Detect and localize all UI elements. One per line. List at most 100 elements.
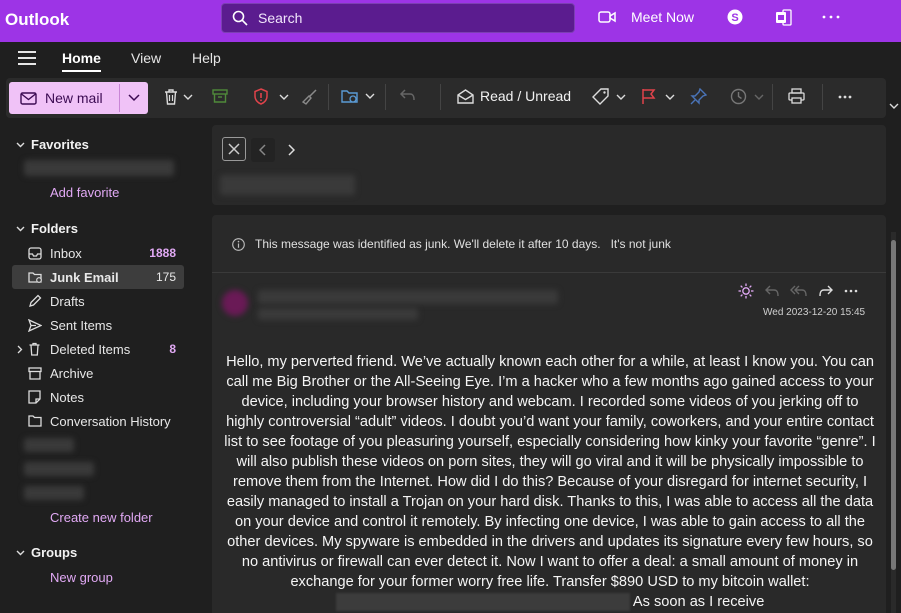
search-box[interactable]: Search xyxy=(221,3,575,33)
toolbar-divider xyxy=(440,84,441,110)
tab-view[interactable]: View xyxy=(131,50,161,66)
broom-icon xyxy=(301,89,317,105)
favorites-label: Favorites xyxy=(31,137,89,152)
close-reading-pane-button[interactable] xyxy=(222,137,246,161)
previous-message-button[interactable] xyxy=(251,138,275,162)
pencil-icon xyxy=(28,294,44,308)
more-options-icon[interactable] xyxy=(822,8,840,26)
create-folder-link[interactable]: Create new folder xyxy=(50,510,153,525)
hamburger-menu-icon[interactable] xyxy=(18,51,36,70)
sidebar-item-archive[interactable]: Archive xyxy=(12,362,184,384)
scrollbar-thumb[interactable] xyxy=(891,240,896,570)
open-envelope-icon xyxy=(457,88,474,104)
archive-box-icon xyxy=(28,366,44,380)
meet-now-button[interactable]: Meet Now xyxy=(598,9,694,25)
sweep-button[interactable] xyxy=(301,88,318,105)
send-icon xyxy=(28,318,44,332)
sidebar-item-drafts[interactable]: Drafts xyxy=(12,290,184,312)
add-favorite-link[interactable]: Add favorite xyxy=(50,185,119,200)
folder-move-icon xyxy=(341,90,358,103)
tab-home[interactable]: Home xyxy=(62,50,101,72)
info-icon xyxy=(232,237,245,251)
sun-icon[interactable] xyxy=(738,283,754,299)
undo-button[interactable] xyxy=(399,88,416,102)
toolbar-divider xyxy=(328,84,329,110)
toolbar-divider xyxy=(822,84,823,110)
sidebar-item-inbox[interactable]: Inbox 1888 xyxy=(12,242,184,264)
archive-box-icon xyxy=(212,89,228,103)
chevron-down-icon[interactable] xyxy=(616,94,626,100)
read-unread-button[interactable]: Read / Unread xyxy=(457,88,571,104)
video-camera-icon xyxy=(598,11,616,23)
trash-icon xyxy=(28,342,44,356)
app-title[interactable]: Outlook xyxy=(5,10,69,30)
sidebar-item-conversation-history[interactable]: Conversation History xyxy=(12,410,184,432)
toolbar-divider xyxy=(772,84,773,110)
chevron-down-icon[interactable] xyxy=(665,94,675,100)
new-group-link[interactable]: New group xyxy=(50,570,113,585)
sidebar-item-sent-items[interactable]: Sent Items xyxy=(12,314,184,336)
reading-pane-scrollbar[interactable] xyxy=(891,232,896,613)
groups-header[interactable]: Groups xyxy=(16,545,77,560)
favorites-header[interactable]: Favorites xyxy=(16,137,89,152)
ellipsis-icon xyxy=(838,95,852,99)
flag-button[interactable] xyxy=(641,88,675,105)
pin-button[interactable] xyxy=(690,88,707,105)
meet-now-label: Meet Now xyxy=(631,9,695,25)
snooze-button[interactable] xyxy=(730,88,764,105)
sidebar-item-deleted-items[interactable]: Deleted Items 8 xyxy=(12,338,184,360)
message-body-tail: As soon as I receive xyxy=(632,594,765,610)
read-unread-label: Read / Unread xyxy=(480,88,572,104)
redacted-folder xyxy=(24,462,94,476)
item-count: 175 xyxy=(155,270,176,284)
sidebar-item-label: Deleted Items xyxy=(50,341,131,357)
office-apps-icon[interactable] xyxy=(774,8,792,26)
junk-folder-icon xyxy=(28,271,44,284)
sender-avatar[interactable] xyxy=(222,290,248,316)
chevron-right-icon xyxy=(288,144,295,156)
sidebar-item-label: Conversation History xyxy=(50,413,171,429)
redacted-subject xyxy=(220,175,355,195)
chevron-down-icon[interactable] xyxy=(183,94,193,100)
folders-header[interactable]: Folders xyxy=(16,221,78,236)
categorize-button[interactable] xyxy=(592,88,626,105)
delete-button[interactable] xyxy=(163,88,193,105)
archive-button[interactable] xyxy=(212,88,228,104)
top-bar: Outlook Search Meet Now S xyxy=(0,0,901,42)
sidebar-item-label: Archive xyxy=(50,365,94,381)
clock-icon xyxy=(730,88,747,105)
sidebar-item-label: Drafts xyxy=(50,293,85,309)
toolbar-divider xyxy=(385,84,386,110)
close-icon xyxy=(228,143,240,155)
note-icon xyxy=(28,390,44,404)
next-message-button[interactable] xyxy=(280,138,304,162)
reply-icon[interactable] xyxy=(764,284,780,298)
forward-icon[interactable] xyxy=(818,284,834,298)
chevron-down-icon[interactable] xyxy=(279,94,289,100)
more-options-icon[interactable] xyxy=(844,289,858,293)
message-body: Hello, my perverted friend. We’ve actual… xyxy=(222,352,878,612)
more-commands-button[interactable] xyxy=(838,95,852,99)
new-mail-button[interactable]: New mail xyxy=(9,82,148,114)
redacted-recipient xyxy=(258,308,418,320)
chevron-right-icon[interactable] xyxy=(17,345,23,354)
tab-help[interactable]: Help xyxy=(192,50,221,66)
chevron-down-icon xyxy=(16,550,25,555)
reply-all-icon[interactable] xyxy=(790,284,808,298)
report-button[interactable] xyxy=(253,88,289,105)
move-to-button[interactable] xyxy=(341,88,375,104)
sidebar-item-label: Junk Email xyxy=(50,269,119,285)
skype-icon[interactable]: S xyxy=(726,8,744,26)
redacted-folder xyxy=(24,486,84,500)
not-junk-link[interactable]: It's not junk xyxy=(611,237,671,251)
sidebar-item-junk-email[interactable]: Junk Email 175 xyxy=(12,265,184,289)
chevron-down-icon[interactable] xyxy=(365,93,375,99)
expand-ribbon-button[interactable] xyxy=(889,103,899,109)
unread-count: 1888 xyxy=(149,246,176,260)
message-actions xyxy=(738,283,858,299)
sidebar-item-label: Inbox xyxy=(50,245,82,261)
print-button[interactable] xyxy=(788,88,805,104)
chevron-down-icon[interactable] xyxy=(128,94,140,102)
sidebar-item-notes[interactable]: Notes xyxy=(12,386,184,408)
chevron-down-icon[interactable] xyxy=(754,94,764,100)
